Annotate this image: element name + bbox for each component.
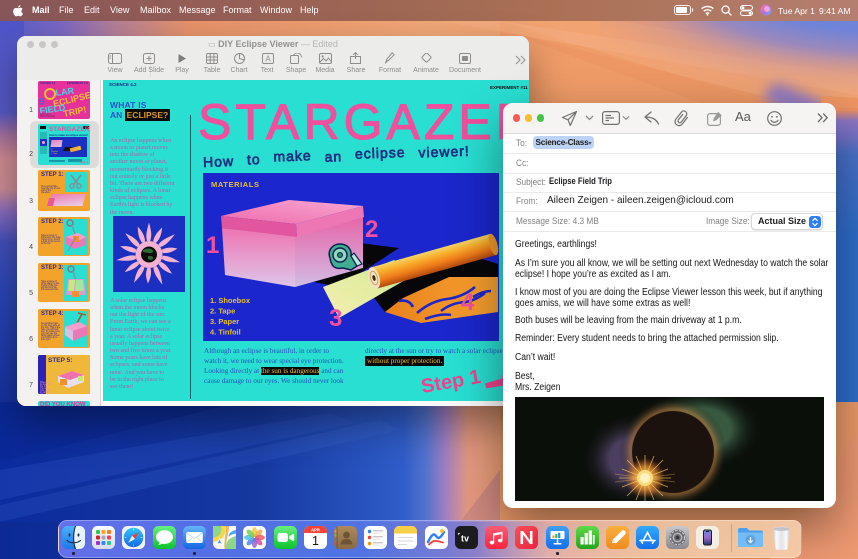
svg-text:APR: APR [311,527,320,532]
svg-text:TRIP!: TRIP! [62,104,87,119]
svg-text:tv: tv [461,534,469,544]
svg-text:4: 4 [461,289,475,316]
svg-text:2: 2 [365,216,378,243]
svg-text:MATERIALS: MATERIALS [211,180,260,189]
svg-text:1: 1 [206,232,219,259]
svg-text:1. Shoebox: 1. Shoebox [210,296,251,305]
svg-text:4. Tinfoil: 4. Tinfoil [210,328,241,337]
svg-text:1: 1 [312,534,319,548]
svg-text:2. Tape: 2. Tape [210,307,235,316]
svg-text:3. Paper: 3. Paper [210,317,239,326]
svg-text:A: A [265,54,271,63]
svg-text:3: 3 [329,305,342,332]
